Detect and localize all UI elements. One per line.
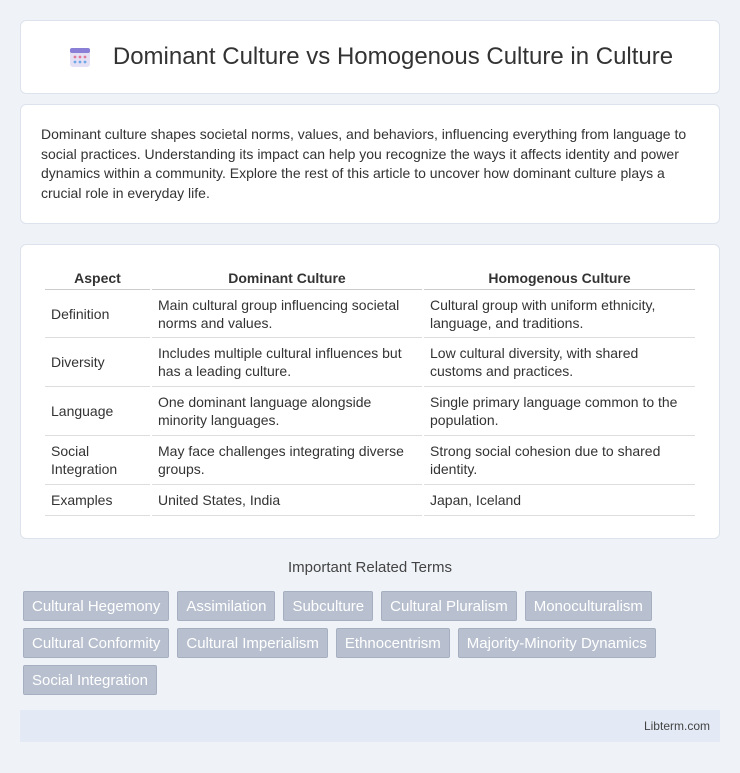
header-homogenous-culture: Homogenous Culture xyxy=(424,265,695,290)
header-card: Dominant Culture vs Homogenous Culture i… xyxy=(20,20,720,94)
intro-paragraph: Dominant culture shapes societal norms, … xyxy=(41,126,687,201)
table-cell: Language xyxy=(45,387,150,436)
table-cell: One dominant language alongside minority… xyxy=(152,387,422,436)
comparison-table: Aspect Dominant Culture Homogenous Cultu… xyxy=(43,265,697,516)
tag-cultural-conformity[interactable]: Cultural Conformity xyxy=(23,628,170,658)
table-cell: Examples xyxy=(45,485,150,516)
table-cell: Social Integration xyxy=(45,436,150,485)
table-cell: Includes multiple cultural influences bu… xyxy=(152,338,422,387)
tag-ethnocentrism[interactable]: Ethnocentrism xyxy=(335,628,450,658)
table-row: Examples United States, India Japan, Ice… xyxy=(45,485,695,516)
related-terms-title: Important Related Terms xyxy=(288,559,452,576)
intro-card: Dominant culture shapes societal norms, … xyxy=(20,104,720,224)
table-cell: May face challenges integrating diverse … xyxy=(152,436,422,485)
table-cell: Definition xyxy=(45,290,150,338)
calendar-grid-icon xyxy=(67,44,93,70)
table-cell: Strong social cohesion due to shared ide… xyxy=(424,436,695,485)
footer: Libterm.com xyxy=(20,710,720,742)
header-dominant-culture: Dominant Culture xyxy=(152,265,422,290)
table-cell: Low cultural diversity, with shared cust… xyxy=(424,338,695,387)
table-row: Definition Main cultural group influenci… xyxy=(45,290,695,338)
table-cell: Japan, Iceland xyxy=(424,485,695,516)
table-cell: Main cultural group influencing societal… xyxy=(152,290,422,338)
tag-cultural-pluralism[interactable]: Cultural Pluralism xyxy=(381,591,517,621)
tag-cultural-imperialism[interactable]: Cultural Imperialism xyxy=(177,628,328,658)
tag-assimilation[interactable]: Assimilation xyxy=(177,591,276,621)
related-terms-tags: Cultural Hegemony Assimilation Subcultur… xyxy=(23,591,723,695)
table-row: Diversity Includes multiple cultural inf… xyxy=(45,338,695,387)
table-header-row: Aspect Dominant Culture Homogenous Cultu… xyxy=(45,265,695,290)
footer-site-link[interactable]: Libterm.com xyxy=(644,719,710,733)
table-row: Social Integration May face challenges i… xyxy=(45,436,695,485)
header-aspect: Aspect xyxy=(45,265,150,290)
tag-monoculturalism[interactable]: Monoculturalism xyxy=(524,591,652,621)
table-cell: Cultural group with uniform ethnicity, l… xyxy=(424,290,695,338)
tag-majority-minority-dynamics[interactable]: Majority-Minority Dynamics xyxy=(457,628,656,658)
comparison-table-card: Aspect Dominant Culture Homogenous Cultu… xyxy=(20,244,720,539)
tag-subculture[interactable]: Subculture xyxy=(283,591,374,621)
table-cell: United States, India xyxy=(152,485,422,516)
table-cell: Single primary language common to the po… xyxy=(424,387,695,436)
tag-social-integration[interactable]: Social Integration xyxy=(23,665,157,695)
table-cell: Diversity xyxy=(45,338,150,387)
tag-cultural-hegemony[interactable]: Cultural Hegemony xyxy=(23,591,170,621)
table-row: Language One dominant language alongside… xyxy=(45,387,695,436)
page-title: Dominant Culture vs Homogenous Culture i… xyxy=(112,43,674,70)
